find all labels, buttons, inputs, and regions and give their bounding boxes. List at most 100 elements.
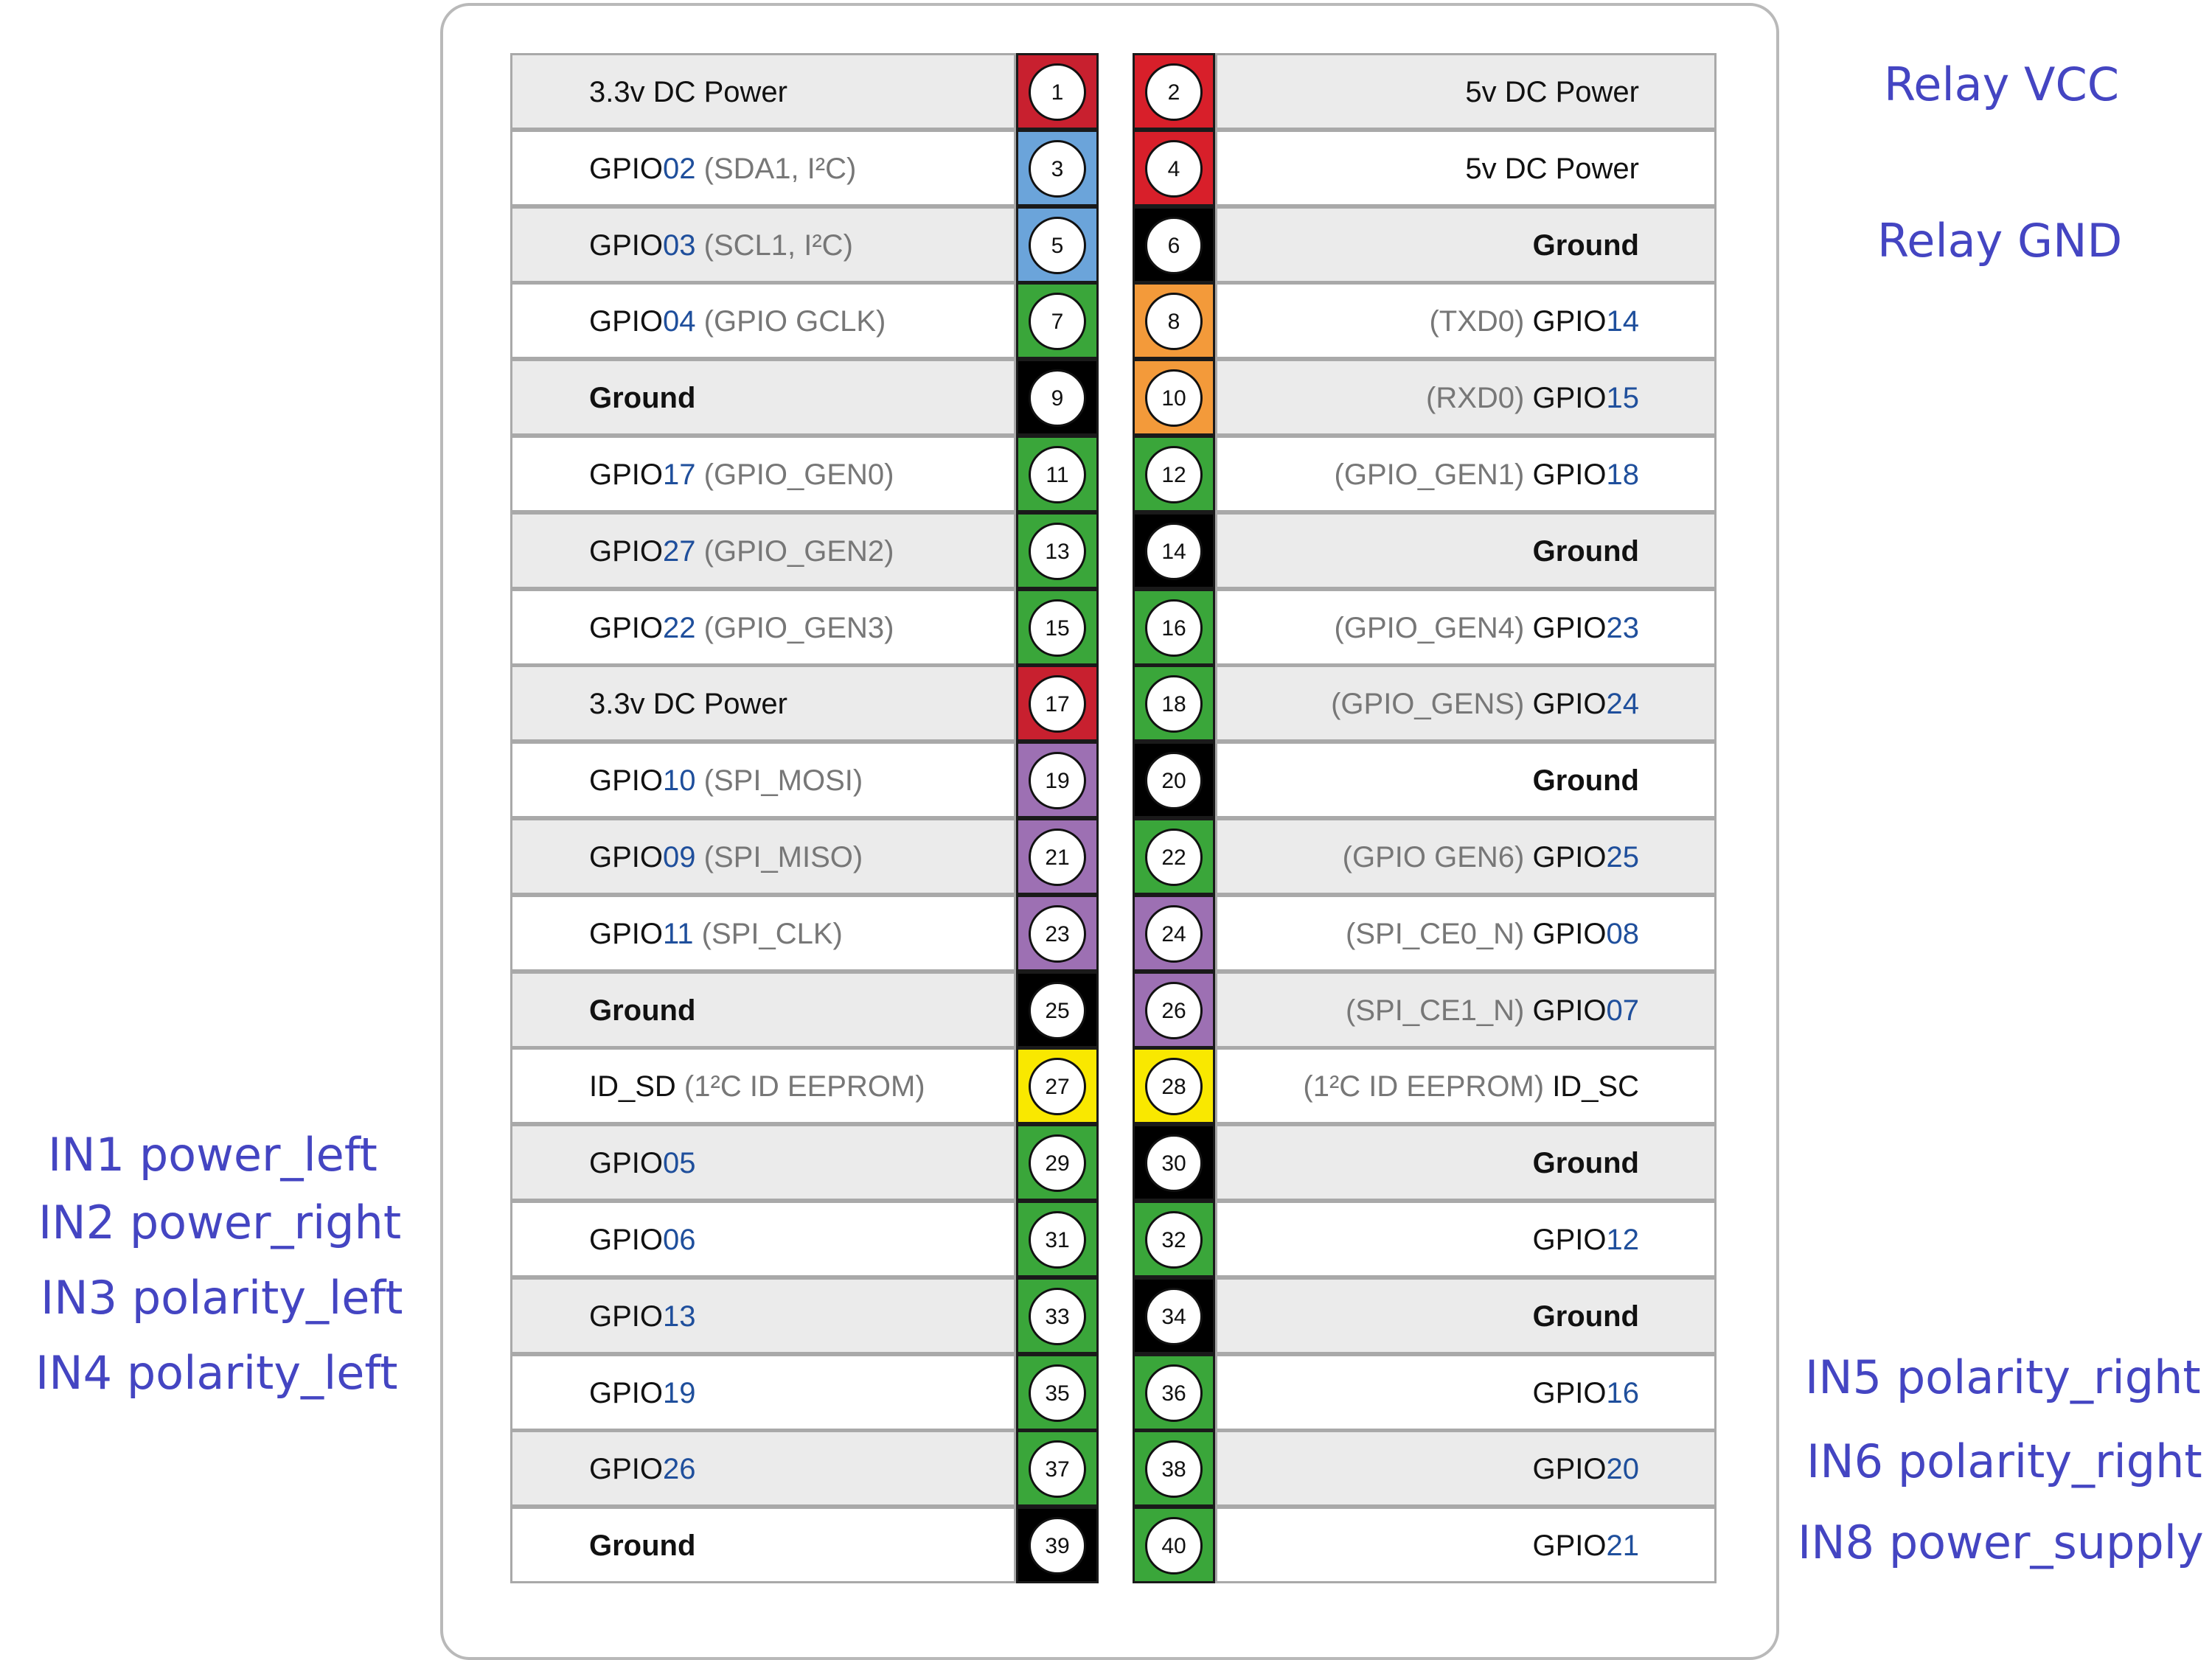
pin-number-circle: 10 [1145, 369, 1203, 427]
pin-name-prefix: GPIO [589, 1147, 664, 1179]
pin-name-prefix: GPIO [1532, 305, 1607, 338]
pin-number-circle: 7 [1029, 293, 1086, 350]
pin-23-row: GPIO11 (SPI_CLK) [510, 895, 1016, 972]
pin-number-circle: 31 [1029, 1211, 1086, 1269]
pin-number-circle: 1 [1029, 63, 1086, 121]
pin-23-label: GPIO11 (SPI_CLK) [589, 897, 843, 969]
pin-15-color-cell: 15 [1016, 589, 1099, 666]
pin-40-row: GPIO21 [1215, 1507, 1717, 1583]
pin-2-color-cell: 2 [1133, 53, 1215, 130]
pin-14-row: Ground [1215, 512, 1717, 589]
gpio-number: 21 [1606, 1530, 1640, 1562]
pin-22-label: (GPIO GEN6) GPIO25 [1343, 820, 1639, 893]
pin-function-description: (GPIO_GENS) [1331, 688, 1533, 720]
pin-18-color-cell: 18 [1133, 665, 1215, 742]
pin-label-text: Ground [1532, 535, 1639, 568]
pin-33-row: GPIO13 [510, 1277, 1016, 1354]
pin-1-color-cell: 1 [1016, 53, 1099, 130]
pin-14-color-cell: 14 [1133, 512, 1215, 589]
pin-name-prefix: GPIO [589, 229, 664, 262]
pin-function-description: (SCL1, I²C) [695, 229, 853, 262]
pin-12-color-cell: 12 [1133, 436, 1215, 512]
pin-34-label: Ground [1533, 1280, 1639, 1352]
pin-36-row: GPIO16 [1215, 1354, 1717, 1431]
pin-29-color-cell: 29 [1016, 1124, 1099, 1201]
gpio-number: 16 [1606, 1377, 1640, 1409]
gpio-number: 15 [1606, 382, 1640, 414]
gpio-number: 13 [663, 1300, 696, 1333]
gpio-number: 11 [663, 918, 694, 950]
pin-name-prefix: ID_SC [1552, 1070, 1639, 1103]
pin-function-description: (1²C ID EEPROM) [675, 1070, 925, 1103]
pin-number-circle: 3 [1029, 140, 1086, 198]
pin-34-color-cell: 34 [1133, 1277, 1215, 1354]
pin-25-label: Ground [589, 974, 695, 1046]
pin-15-label: GPIO22 (GPIO_GEN3) [589, 591, 894, 663]
pin-10-row: (RXD0) GPIO15 [1215, 359, 1717, 436]
pin-number-circle: 17 [1029, 675, 1086, 733]
pin-function-description: (GPIO GCLK) [695, 305, 886, 338]
pin-31-row: GPIO06 [510, 1201, 1016, 1277]
pin-label-text: Ground [1532, 229, 1639, 262]
pin-5-row: GPIO03 (SCL1, I²C) [510, 206, 1016, 283]
pin-name-prefix: GPIO [1532, 994, 1607, 1027]
pin-number-circle: 2 [1145, 63, 1203, 121]
annotation-relay-gnd: Relay GND [1877, 214, 2123, 268]
gpio-number: 22 [663, 612, 696, 644]
pin-30-label: Ground [1533, 1126, 1639, 1199]
pin-label-text: Ground [1532, 1147, 1639, 1179]
pin-3-row: GPIO02 (SDA1, I²C) [510, 130, 1016, 206]
pin-17-label: 3.3v DC Power [589, 667, 787, 739]
annotation-in6: IN6 polarity_right [1806, 1434, 2202, 1488]
pin-number-circle: 25 [1029, 982, 1086, 1039]
gpio-number: 27 [663, 535, 696, 568]
gpio-number: 20 [1606, 1453, 1640, 1485]
pin-function-description: (SPI_CE1_N) [1346, 994, 1533, 1027]
pin-6-row: Ground [1215, 206, 1717, 283]
pin-16-row: (GPIO_GEN4) GPIO23 [1215, 589, 1717, 666]
pin-30-color-cell: 30 [1133, 1124, 1215, 1201]
pin-13-label: GPIO27 (GPIO_GEN2) [589, 515, 894, 587]
pin-number-circle: 32 [1145, 1211, 1203, 1269]
pin-36-label: GPIO16 [1532, 1356, 1639, 1429]
annotation-in4: IN4 polarity_left [35, 1346, 398, 1400]
pin-number-circle: 34 [1145, 1288, 1203, 1345]
pin-37-row: GPIO26 [510, 1430, 1016, 1507]
pin-function-description: (GPIO_GEN1) [1334, 458, 1533, 491]
pin-number-circle: 5 [1029, 217, 1086, 274]
pin-16-label: (GPIO_GEN4) GPIO23 [1335, 591, 1639, 663]
pin-25-color-cell: 25 [1016, 972, 1099, 1048]
pin-24-label: (SPI_CE0_N) GPIO08 [1346, 897, 1639, 969]
pin-33-label: GPIO13 [589, 1280, 696, 1352]
pin-number-circle: 39 [1029, 1517, 1086, 1574]
pin-10-label: (RXD0) GPIO15 [1426, 361, 1639, 433]
pin-1-label: 3.3v DC Power [589, 55, 787, 128]
annotation-in2: IN2 power_right [38, 1196, 402, 1249]
gpio-number: 24 [1606, 688, 1640, 720]
pin-39-label: Ground [589, 1509, 695, 1581]
pin-name-prefix: GPIO [589, 1377, 664, 1409]
pin-6-color-cell: 6 [1133, 206, 1215, 283]
pin-label-text: Ground [1532, 1300, 1639, 1333]
pin-1-row: 3.3v DC Power [510, 53, 1016, 130]
gpio-number: 05 [663, 1147, 696, 1179]
pin-12-row: (GPIO_GEN1) GPIO18 [1215, 436, 1717, 512]
pin-8-color-cell: 8 [1133, 282, 1215, 359]
pin-19-color-cell: 19 [1016, 742, 1099, 818]
gpio-number: 23 [1606, 612, 1640, 644]
pin-20-color-cell: 20 [1133, 742, 1215, 818]
pin-name-prefix: GPIO [1532, 688, 1607, 720]
pin-name-prefix: GPIO [1532, 841, 1607, 873]
pin-8-label: (TXD0) GPIO14 [1429, 285, 1639, 357]
pin-name-prefix: GPIO [1532, 458, 1607, 491]
pin-function-description: (GPIO_GEN0) [695, 458, 894, 491]
pin-26-label: (SPI_CE1_N) GPIO07 [1346, 974, 1639, 1046]
pin-number-circle: 15 [1029, 599, 1086, 657]
pin-function-description: (GPIO GEN6) [1342, 841, 1533, 873]
pin-3-color-cell: 3 [1016, 130, 1099, 206]
pin-2-label: 5v DC Power [1465, 55, 1639, 128]
pin-number-circle: 12 [1145, 446, 1203, 503]
pin-3-label: GPIO02 (SDA1, I²C) [589, 132, 856, 204]
pin-37-label: GPIO26 [589, 1432, 696, 1504]
pin-number-circle: 29 [1029, 1134, 1086, 1192]
